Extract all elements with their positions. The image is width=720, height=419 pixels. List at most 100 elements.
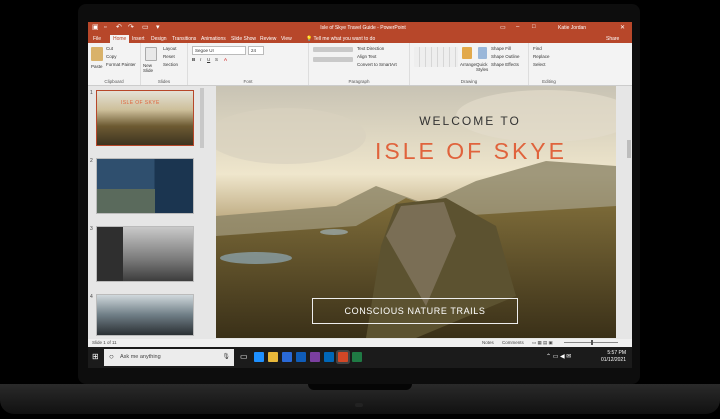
layout-button[interactable]: Layout [163,46,177,51]
tab-view[interactable]: View [281,36,292,42]
shapes-gallery[interactable] [414,47,458,67]
clipboard-label: Clipboard [104,79,124,84]
title-bar: ▣ ▫ ↶ ↷ ▭ ▾ Isle of Skye Travel Guide - … [88,22,632,34]
tab-design[interactable]: Design [151,36,167,42]
taskbar-clock[interactable]: 5:57 PM 01/12/2021 [588,350,626,364]
outlook-icon[interactable] [324,352,334,362]
arrange-button[interactable]: Arrange [460,62,476,67]
tab-slide-show[interactable]: Slide Show [231,36,256,42]
user-name[interactable]: Katie Jordan [558,25,586,31]
minimize-icon[interactable]: – [516,24,519,30]
powerpoint-icon[interactable] [338,352,348,362]
thumbnail-image [97,227,123,281]
taskbar-search[interactable]: ○ Ask me anything 🎙 [104,349,234,366]
microphone-icon[interactable]: 🎙 [222,353,230,360]
slide-thumbnails-pane: 1 ISLE OF SKYE 2 3 4 [88,86,206,338]
thumbnails-scrollbar[interactable] [200,88,204,148]
ribbon: Paste Cut Copy Format Painter Clipboard … [88,43,632,86]
onenote-icon[interactable] [310,352,320,362]
thumbnail-slide-4[interactable] [96,294,194,336]
align-buttons[interactable] [313,57,353,62]
slide-title[interactable]: ISLE OF SKYE [216,138,616,165]
quick-styles-button[interactable]: Quick Styles [476,62,488,72]
slide-welcome-text[interactable]: WELCOME TO [216,114,616,128]
paragraph-group: Text Direction Align Text Convert to Sma… [309,43,410,85]
editor-scrollbar[interactable] [626,86,632,338]
maximize-icon[interactable]: □ [532,24,536,30]
editing-label: Editing [542,79,556,84]
select-button[interactable]: Select [533,62,546,67]
save-icon[interactable]: ▫ [104,24,106,32]
search-placeholder: Ask me anything [120,354,161,360]
undo-icon[interactable]: ↶ [116,24,122,32]
reset-button[interactable]: Reset [163,54,175,59]
tab-transitions[interactable]: Transitions [172,36,196,42]
convert-smartart-button[interactable]: Convert to SmartArt [357,62,397,67]
paste-button[interactable]: Paste [91,64,103,69]
paste-icon[interactable] [91,47,103,61]
replace-button[interactable]: Replace [533,54,550,59]
slide-subtitle-box[interactable]: CONSCIOUS NATURE TRAILS [312,298,518,324]
slides-group: New Slide Layout Reset Section Slides [141,43,188,85]
tab-insert[interactable]: Insert [132,36,145,42]
new-slide-icon[interactable] [145,47,157,61]
thumbnail-title: ISLE OF SKYE [121,100,160,106]
thumbnail-slide-1[interactable]: ISLE OF SKYE [96,90,194,146]
shape-fill-button[interactable]: Shape Fill [491,46,511,51]
thumbnail-number: 1 [90,90,93,96]
excel-icon[interactable] [352,352,362,362]
onedrive-icon[interactable] [282,352,292,362]
tell-me-box[interactable]: 💡 Tell me what you want to do [306,36,375,42]
list-buttons[interactable] [313,47,353,52]
font-color-button[interactable]: A [224,57,227,62]
font-name-box[interactable]: Segoe UI [192,46,246,55]
screen: ▣ ▫ ↶ ↷ ▭ ▾ Isle of Skye Travel Guide - … [88,22,632,368]
windows-start-icon[interactable]: ⊞ [92,352,99,361]
comments-button[interactable]: Comments [502,340,524,345]
system-tray-icons[interactable]: ⌃ ▭ ◀ ✉ [546,353,571,360]
edge-icon[interactable] [254,352,264,362]
drawing-label: Drawing [460,79,478,84]
shape-effects-button[interactable]: Shape Effects [491,62,519,67]
task-view-icon[interactable]: ▭ [240,352,248,361]
quick-styles-icon[interactable] [478,47,487,59]
drawing-group: Arrange Quick Styles Shape Fill Shape Ou… [410,43,529,85]
redo-icon[interactable]: ↷ [128,24,134,32]
shadow-button[interactable]: S [215,57,218,62]
tab-file[interactable]: File [93,36,101,42]
font-size-box[interactable]: 24 [248,46,264,55]
close-icon[interactable]: ✕ [620,24,625,31]
share-button[interactable]: Share [606,36,619,42]
arrange-icon[interactable] [462,47,472,59]
shape-outline-button[interactable]: Shape Outline [491,54,520,59]
text-direction-button[interactable]: Text Direction [357,46,384,51]
font-name: Segoe UI [195,48,214,53]
view-buttons[interactable]: ▭ ▦ ▤ ▣ [532,340,553,346]
cut-button[interactable]: Cut [106,46,113,51]
find-button[interactable]: Find [533,46,542,51]
file-explorer-icon[interactable] [268,352,278,362]
scrollbar-thumb[interactable] [627,140,631,158]
tab-review[interactable]: Review [260,36,276,42]
tab-animations[interactable]: Animations [201,36,226,42]
zoom-slider-thumb[interactable] [591,340,593,345]
base-notch [308,384,412,390]
thumbnail-slide-2[interactable] [96,158,194,214]
align-text-button[interactable]: Align Text [357,54,376,59]
thumbnail-slide-3[interactable] [96,226,194,282]
section-button[interactable]: Section [163,62,178,67]
start-from-beginning-icon[interactable]: ▭ [142,24,149,32]
bold-button[interactable]: B [192,57,195,62]
notes-button[interactable]: Notes [482,340,494,345]
italic-button[interactable]: I [200,57,201,62]
copy-button[interactable]: Copy [106,54,117,59]
ribbon-display-icon[interactable]: ▭ [500,24,506,31]
underline-button[interactable]: U [207,57,210,62]
customize-toolbar-icon[interactable]: ▾ [156,24,160,32]
thumbnail-number: 4 [90,294,93,300]
format-painter-button[interactable]: Format Painter [106,62,136,67]
new-slide-button[interactable]: New Slide [143,63,161,73]
ribbon-tabs: File Home Insert Design Transitions Anim… [88,34,632,44]
word-icon[interactable] [296,352,306,362]
slide-canvas[interactable]: WELCOME TO ISLE OF SKYE CONSCIOUS NATURE… [216,86,616,338]
